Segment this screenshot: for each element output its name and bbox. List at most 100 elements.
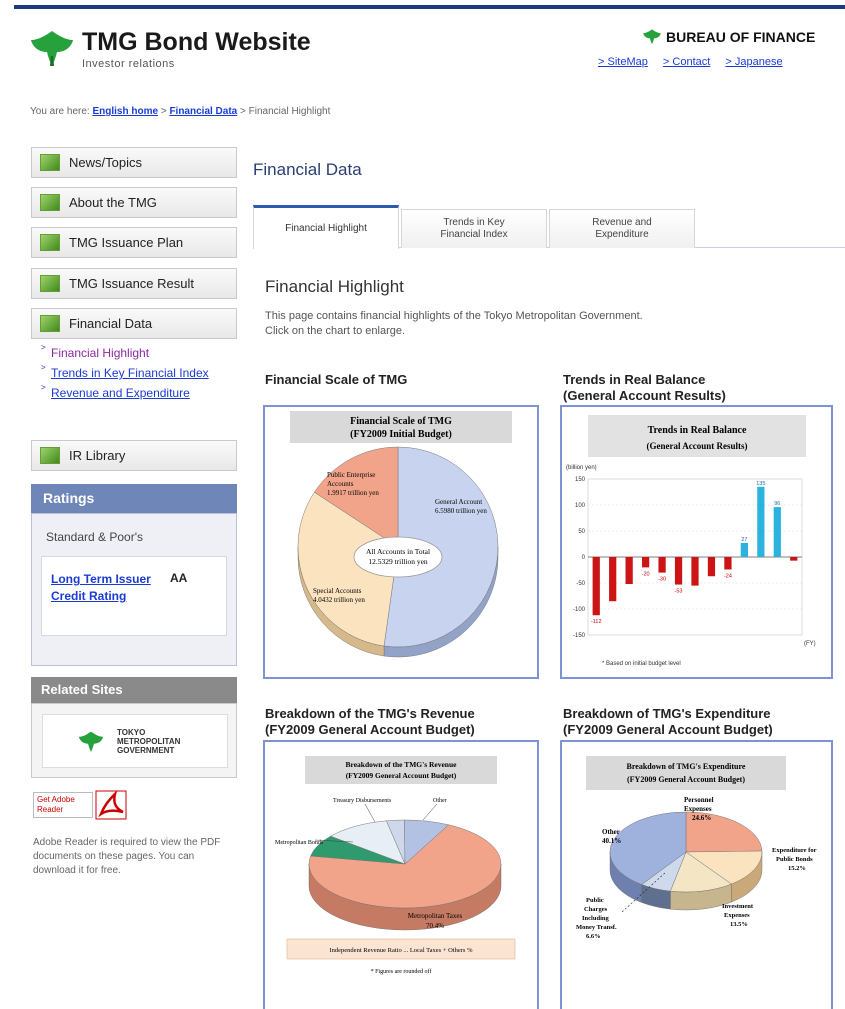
caption-line: Trends in Real Balance (563, 372, 706, 387)
about-icon (40, 194, 60, 211)
subnav-key-financial-index[interactable]: Trends in Key Financial Index (51, 366, 209, 380)
c2-note: * Based on initial budget level (602, 661, 681, 667)
page-title: Financial Data (253, 160, 362, 179)
adobe-pdf-icon (95, 790, 127, 820)
sidebar-item-label: About the TMG (69, 195, 157, 210)
bar-data-label: 96 (774, 501, 780, 507)
c4-transfer-line2: Charges (584, 906, 608, 913)
bureau-label: BUREAU OF FINANCE (666, 29, 816, 45)
intro-text: This page contains financial highlights … (265, 309, 785, 339)
c4-debt-line1: Expenditure for (772, 847, 817, 854)
sidebar-item-issuance-plan[interactable]: TMG Issuance Plan (31, 227, 237, 258)
c2-unit-label: (billion yen) (566, 465, 597, 471)
y-tick-label: -100 (573, 607, 586, 613)
bureau-name: BUREAU OF FINANCE (642, 29, 815, 45)
adobe-reader-note: Adobe Reader is required to view the PDF… (33, 837, 221, 876)
c4-title-line1: Breakdown of TMG's Expenditure (627, 762, 746, 771)
sitemap-link[interactable]: SiteMap (598, 56, 648, 68)
caption-line: (General Account Results) (563, 388, 726, 403)
sidebar-item-label: TMG Issuance Result (69, 276, 194, 291)
c1-center-line2: 12.5329 trillion yen (368, 557, 428, 566)
chart-caption-financial-scale: Financial Scale of TMG (265, 372, 408, 387)
breadcrumb-section-link[interactable]: Financial Data (169, 106, 237, 117)
tmg-government-text: TOKYO METROPOLITAN GOVERNMENT (117, 728, 181, 755)
c3-bonds-label: Metropolitan Bonds (275, 840, 324, 846)
y-tick-label: 100 (575, 503, 586, 509)
bar (757, 486, 765, 557)
c3-title-line1: Breakdown of the TMG's Revenue (346, 760, 458, 769)
c1-public-line3: 1.9917 trillion yen (327, 489, 379, 497)
c3-tax-line1: Metropolitan Taxes (408, 912, 463, 920)
revenue-pie: Breakdown of the TMG's Revenue (FY2009 G… (275, 756, 516, 975)
chart-real-balance[interactable]: Trends in Real Balance (General Account … (560, 405, 833, 679)
c1-title-line2: (FY2009 Initial Budget) (350, 429, 452, 440)
ginkgo-leaf-icon (31, 31, 73, 66)
c1-special-line2: 4.0432 trillion yen (313, 596, 365, 604)
c4-invest-line2: Expenses (724, 912, 750, 919)
bar-data-label: -20 (642, 571, 650, 577)
c4-debt-line3: 15.2% (788, 865, 806, 872)
chart-financial-scale[interactable]: Financial Scale of TMG (FY2009 Initial B… (263, 405, 539, 679)
tab-bar: Financial Highlight Trends in Key Financ… (253, 205, 845, 249)
c4-personnel-line3: 24.6% (692, 814, 711, 822)
financial-scale-pie: Financial Scale of TMG (FY2009 Initial B… (290, 411, 512, 658)
bar (790, 557, 798, 561)
rating-label-link[interactable]: Long Term Issuer Credit Rating (51, 571, 151, 605)
c3-footer-line2: * Figures are rounded off (371, 968, 432, 975)
chart-revenue[interactable]: Breakdown of the TMG's Revenue (FY2009 G… (263, 740, 539, 1009)
caption-line: Breakdown of TMG's Expenditure (563, 706, 771, 721)
subnav-revenue-expenditure[interactable]: Revenue and Expenditure (51, 386, 190, 400)
sidebar-item-about[interactable]: About the TMG (31, 187, 237, 218)
c4-transfer-line3: Including (582, 915, 609, 922)
c4-personnel-line1: Personnel (684, 796, 714, 804)
sidebar-item-news[interactable]: News/Topics (31, 147, 237, 178)
adobe-reader-badge: Get Adobe Reader (33, 792, 93, 818)
sidebar-item-financial-data[interactable]: Financial Data (31, 308, 237, 339)
intro-line: This page contains financial highlights … (265, 310, 643, 322)
c1-center-line1: All Accounts in Total (366, 547, 430, 556)
issuance-plan-icon (40, 234, 60, 251)
ginkgo-leaf-icon (643, 29, 661, 45)
tab-revenue-expenditure[interactable]: Revenue and Expenditure (549, 209, 695, 248)
c4-personnel-line2: Expenses (684, 805, 712, 813)
caption-line: (FY2009 General Account Budget) (265, 722, 475, 737)
bar-data-label: -30 (658, 577, 666, 583)
tab-key-financial-index[interactable]: Trends in Key Financial Index (401, 209, 547, 248)
subnav-item: Revenue and Expenditure (41, 380, 233, 401)
tab-financial-highlight[interactable]: Financial Highlight (253, 205, 399, 249)
get-adobe-reader-button[interactable]: Get Adobe Reader (33, 790, 128, 820)
sidebar-item-ir-library[interactable]: IR Library (31, 440, 237, 471)
contact-link[interactable]: Contact (663, 56, 710, 68)
bar (592, 557, 600, 616)
y-tick-label: 50 (578, 529, 585, 535)
rating-agency: Standard & Poor's (46, 530, 144, 544)
bar (724, 557, 732, 570)
breadcrumb-prefix: You are here: (30, 106, 90, 117)
sidebar-item-issuance-result[interactable]: TMG Issuance Result (31, 268, 237, 299)
tmg-government-link[interactable]: TOKYO METROPOLITAN GOVERNMENT (42, 714, 228, 768)
y-tick-label: 0 (582, 555, 586, 561)
subnav-item: Financial Highlight (41, 340, 233, 361)
c3-title-line2: (FY2009 General Account Budget) (346, 771, 457, 780)
top-accent-bar (14, 5, 845, 9)
site-logo[interactable]: TMG Bond Website Investor relations (30, 28, 350, 73)
chart-expenditure[interactable]: Breakdown of TMG's Expenditure (FY2009 G… (560, 740, 833, 1009)
bars2-group: 150 100 50 0 -50 -100 -150 -112 -20 -30 -53 -24 27 13… (573, 477, 816, 647)
ir-library-icon (40, 447, 60, 464)
bar (641, 557, 650, 568)
bar-data-label: -112 (591, 619, 602, 625)
chart-caption-revenue: Breakdown of the TMG's Revenue (FY2009 G… (265, 706, 475, 738)
chart-caption-expenditure: Breakdown of TMG's Expenditure (FY2009 G… (563, 706, 773, 738)
c4-invest-line1: Investment (722, 903, 754, 910)
japanese-link[interactable]: Japanese (725, 56, 782, 68)
x-axis-unit: (FY) (804, 641, 816, 647)
subnav-financial-highlight[interactable]: Financial Highlight (51, 346, 149, 360)
sidebar-item-label: IR Library (69, 448, 126, 463)
financial-data-subnav: Financial Highlight Trends in Key Financ… (41, 340, 233, 405)
caption-line: (FY2009 General Account Budget) (563, 722, 773, 737)
c1-title-line1: Financial Scale of TMG (350, 416, 452, 427)
breadcrumb-home-link[interactable]: English home (92, 106, 158, 117)
breadcrumb: You are here: English home > Financial D… (30, 106, 331, 117)
rating-card: Long Term Issuer Credit Rating AA (41, 556, 227, 636)
pie3-slices (308, 819, 502, 931)
